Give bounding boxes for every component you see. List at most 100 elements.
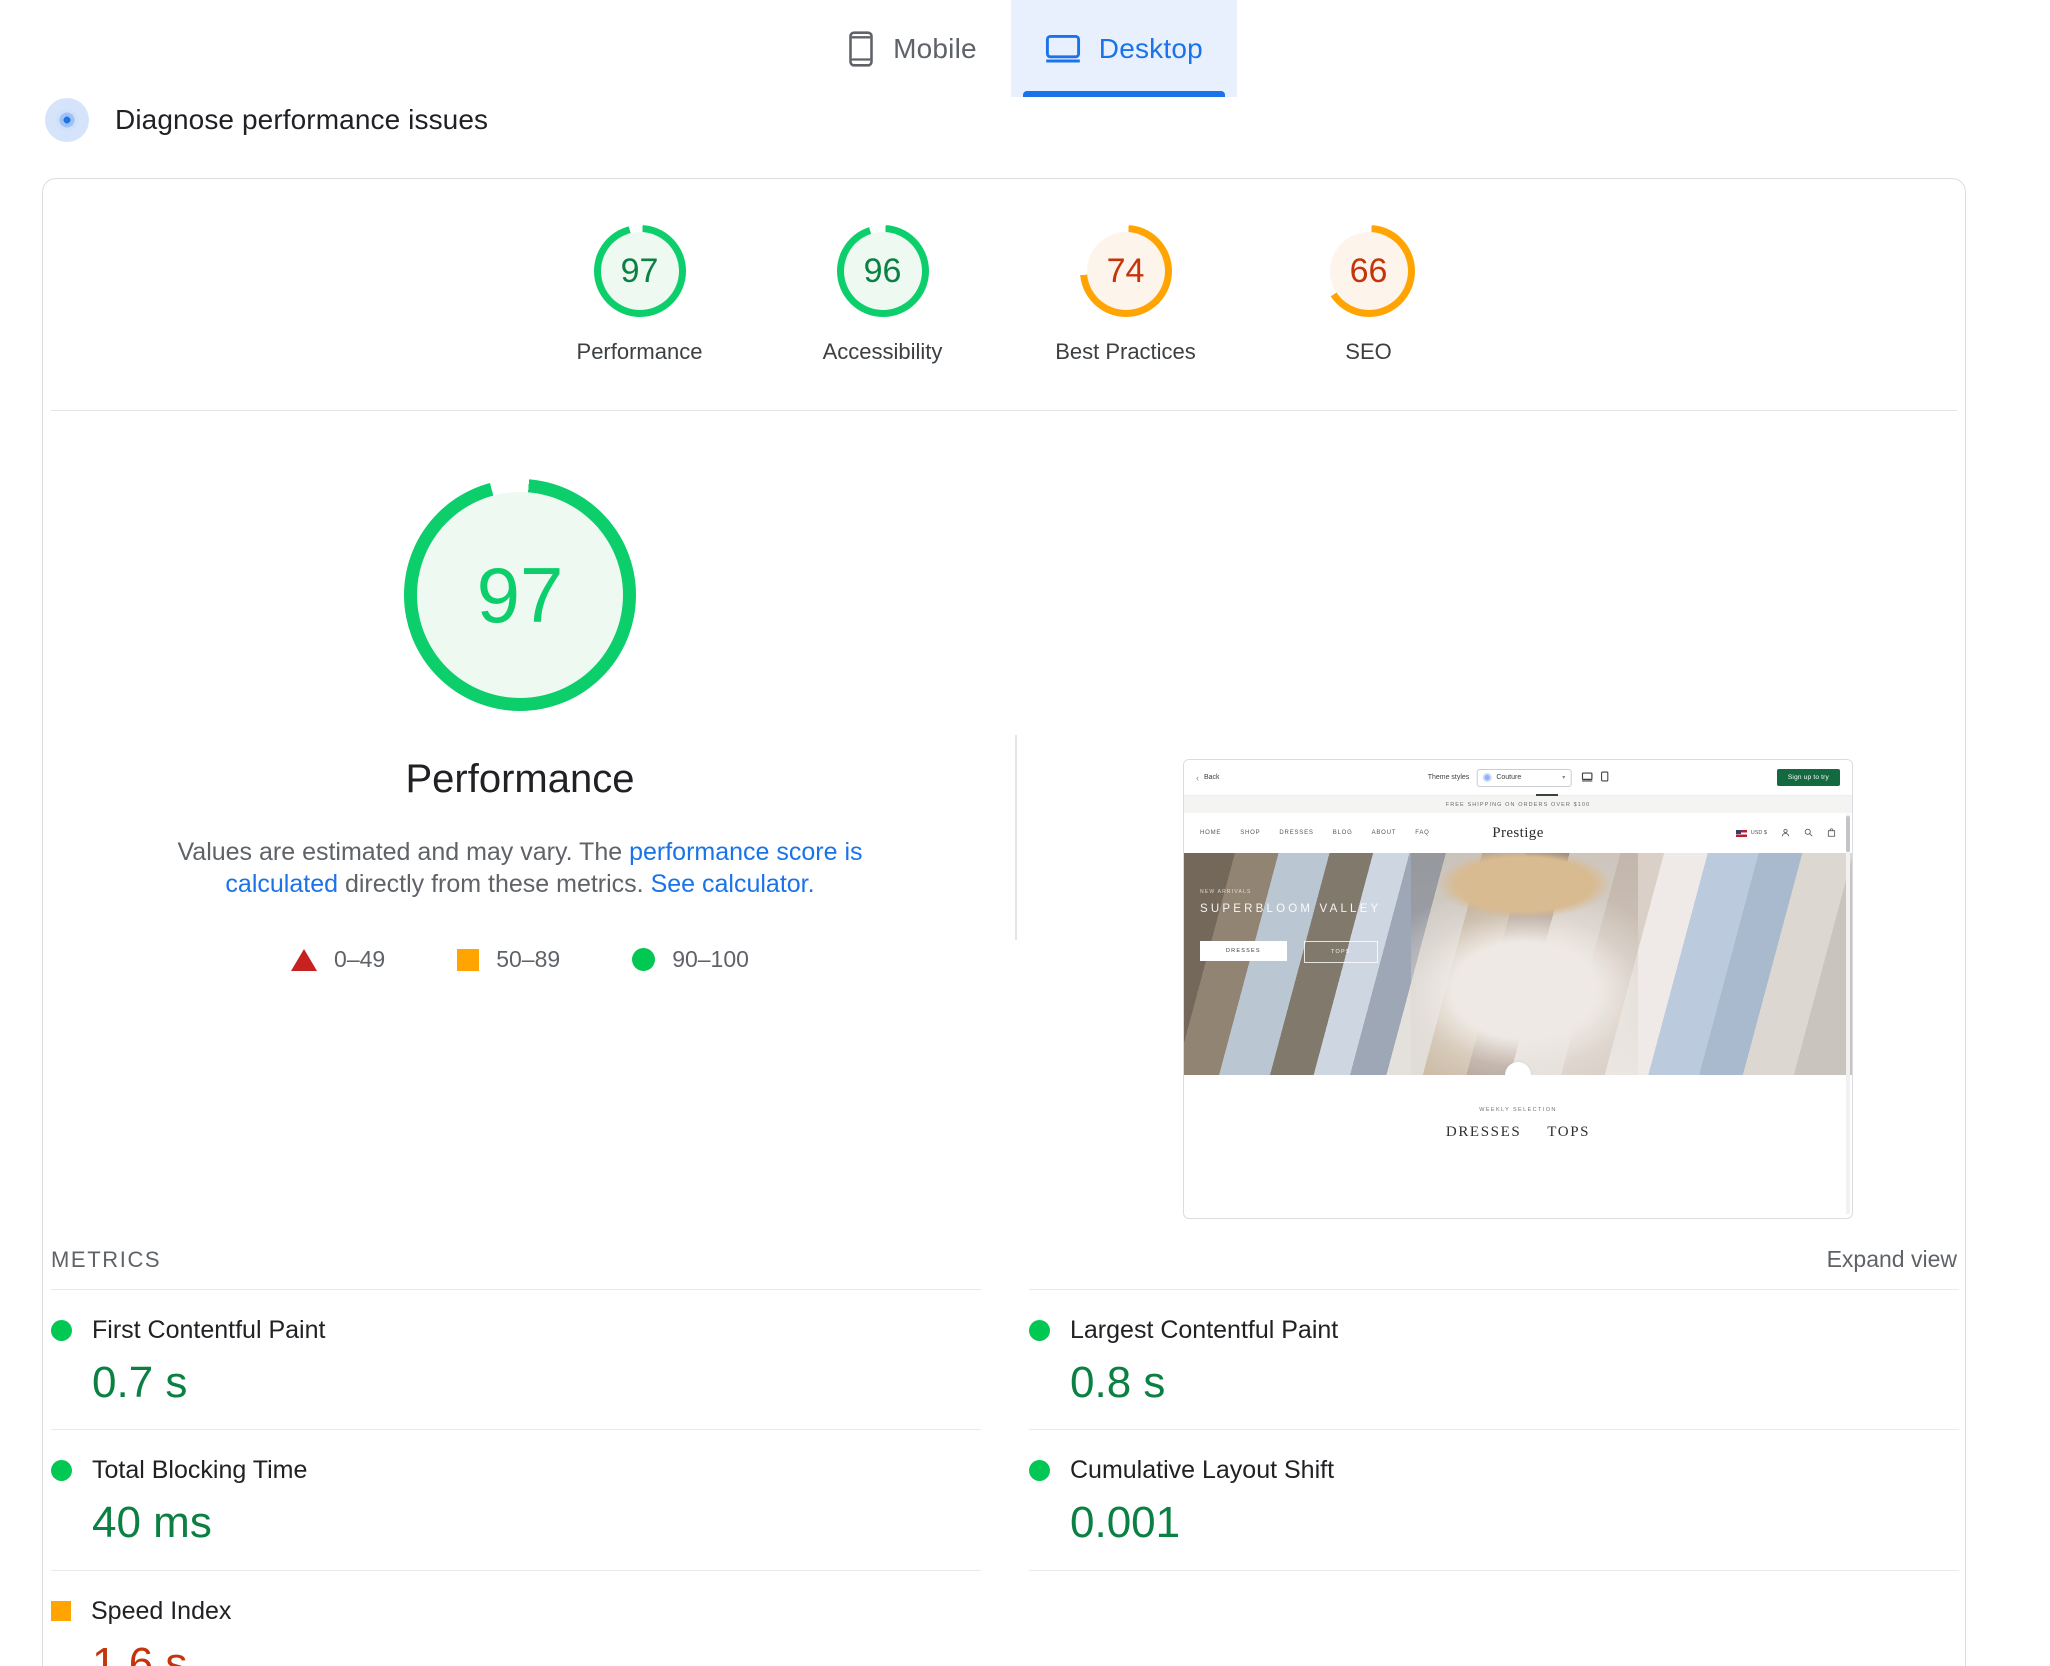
metric-total-blocking-time[interactable]: Total Blocking Time 40 ms [51,1429,981,1569]
device-tab-bar: Mobile Desktop [0,0,2050,97]
performance-score-value: 97 [476,551,564,639]
theme-swatch-icon [1482,773,1492,782]
score-label: Performance [576,339,703,364]
chevron-down-icon: ▾ [1562,775,1566,781]
diagnose-target-icon [45,98,89,142]
desktop-preview-icon [1581,769,1593,787]
status-circle-icon [1029,1460,1050,1482]
expand-view-button[interactable]: Expand view [1827,1246,1957,1273]
mobile-icon [847,30,875,67]
category-score-seo[interactable]: 66 SEO [1247,225,1490,365]
metric-label: Largest Contentful Paint [1070,1316,1339,1344]
legend-item-fail: 0–49 [291,946,385,973]
store-logo: Prestige [1492,824,1544,841]
tab-mobile[interactable]: Mobile [813,0,1011,97]
tab-desktop[interactable]: Desktop [1010,0,1237,97]
performance-gauge-title: Performance [405,757,635,801]
metrics-title: METRICS [51,1246,162,1272]
back-label: Back [1204,774,1220,781]
nav-item: FAQ [1415,830,1430,836]
category-score-performance[interactable]: 97 Performance [518,225,761,365]
nav-item: HOME [1200,830,1222,836]
metrics-header: METRICS Expand view [51,1246,1957,1273]
legend-item-pass: 90–100 [632,946,749,973]
metrics-grid: First Contentful Paint 0.7 s Largest Con… [51,1289,1959,1666]
section-header: Diagnose performance issues [45,98,488,142]
signup-to-try-button: Sign up to try [1776,769,1840,786]
performance-summary: 97 Performance Values are estimated and … [51,479,989,973]
score-gauge-accessibility: 96 [836,225,929,317]
metric-value: 0.001 [1070,1498,1181,1548]
hero-title: SUPERBLOOM VALLEY [1200,903,1382,915]
legend-label: 90–100 [672,946,749,972]
hero-banner: NEW ARRIVALS SUPERBLOOM VALLEY DRESSES T… [1184,853,1852,1075]
status-circle-icon [51,1460,72,1482]
score-label: Accessibility [822,339,943,364]
metric-value: 0.8 s [1070,1358,1166,1407]
desktop-icon [1045,34,1081,64]
thumbnail-theme-controls: Theme styles Couture ▾ [1427,768,1609,787]
metric-value: 1.6 s [92,1638,188,1666]
score-gauge-seo: 66 [1322,225,1415,317]
score-label: Best Practices [1055,339,1196,364]
hero-eyebrow: NEW ARRIVALS [1200,889,1252,895]
metric-empty-slot [1029,1569,1959,1666]
nav-item: BLOG [1332,830,1353,836]
page-screenshot-thumbnail[interactable]: ‹ Back Theme styles Couture ▾ Sign up to… [1183,759,1853,1219]
nav-item: SHOP [1240,830,1261,836]
hero-overlay [1184,853,1852,1075]
metric-label: Speed Index [91,1596,232,1625]
category-score-accessibility[interactable]: 96 Accessibility [761,225,1004,365]
nav-item: DRESSES [1279,830,1314,836]
metric-first-contentful-paint[interactable]: First Contentful Paint 0.7 s [51,1289,981,1429]
category-headings: DRESSES TOPS [1184,1124,1852,1141]
status-circle-icon [51,1320,72,1341]
metric-cumulative-layout-shift[interactable]: Cumulative Layout Shift 0.001 [1029,1429,1959,1569]
currency-selector: USD $ [1735,829,1767,837]
triangle-icon [291,948,318,971]
legend-label: 50–89 [496,946,561,972]
thumbnail-back-button: ‹ Back [1196,773,1220,783]
chevron-left-icon: ‹ [1196,772,1199,783]
thumbnail-scrollbar-track [1846,814,1850,1214]
score-gauge-best-practices: 74 [1079,225,1172,317]
metric-speed-index[interactable]: Speed Index 1.6 s [51,1569,981,1666]
see-calculator-link[interactable]: See calculator. [651,870,815,898]
mobile-preview-icon [1600,769,1608,787]
metric-label: Cumulative Layout Shift [1070,1456,1335,1485]
theme-styles-label: Theme styles [1427,774,1470,781]
tab-mobile-label: Mobile [893,32,977,64]
performance-gauge: 97 [404,479,636,711]
blurb-text-2: directly from these metrics. [338,870,651,898]
weekly-selection-label: WEEKLY SELECTION [1479,1107,1557,1113]
metric-value: 0.7 s [92,1358,188,1407]
score-value: 97 [620,252,659,290]
metric-largest-contentful-paint[interactable]: Largest Contentful Paint 0.8 s [1029,1289,1959,1429]
category-score-best-practices[interactable]: 74 Best Practices [1004,225,1247,365]
shipping-banner: FREE SHIPPING ON ORDERS OVER $100 [1184,796,1852,813]
score-value: 66 [1349,252,1388,290]
store-nav-actions: USD $ [1735,824,1836,842]
theme-select: Couture ▾ [1476,768,1572,787]
category-heading: DRESSES [1445,1124,1522,1140]
search-icon [1804,824,1813,842]
status-circle-icon [1029,1320,1050,1341]
status-square-icon [51,1601,71,1622]
metric-label: First Contentful Paint [92,1316,326,1344]
page-title: Diagnose performance issues [115,104,489,135]
report-card: 97 Performance 96 Accessibility 74 Best … [42,178,1966,1666]
legend-label: 0–49 [334,946,386,972]
account-icon [1781,824,1790,842]
preview-device-toggles [1581,769,1608,787]
score-legend: 0–49 50–89 90–100 [291,946,749,973]
nav-item: ABOUT [1371,830,1397,836]
blurb-text-1: Values are estimated and may vary. The [177,838,630,866]
tab-desktop-label: Desktop [1098,32,1203,64]
cart-icon [1827,824,1836,842]
score-value: 96 [863,252,902,290]
active-device-underline [1536,794,1558,796]
metric-value: 40 ms [92,1498,212,1548]
score-gauge-performance: 97 [593,225,686,317]
metric-label: Total Blocking Time [92,1456,308,1485]
store-nav: HOME SHOP DRESSES BLOG ABOUT FAQ Prestig… [1184,813,1852,853]
